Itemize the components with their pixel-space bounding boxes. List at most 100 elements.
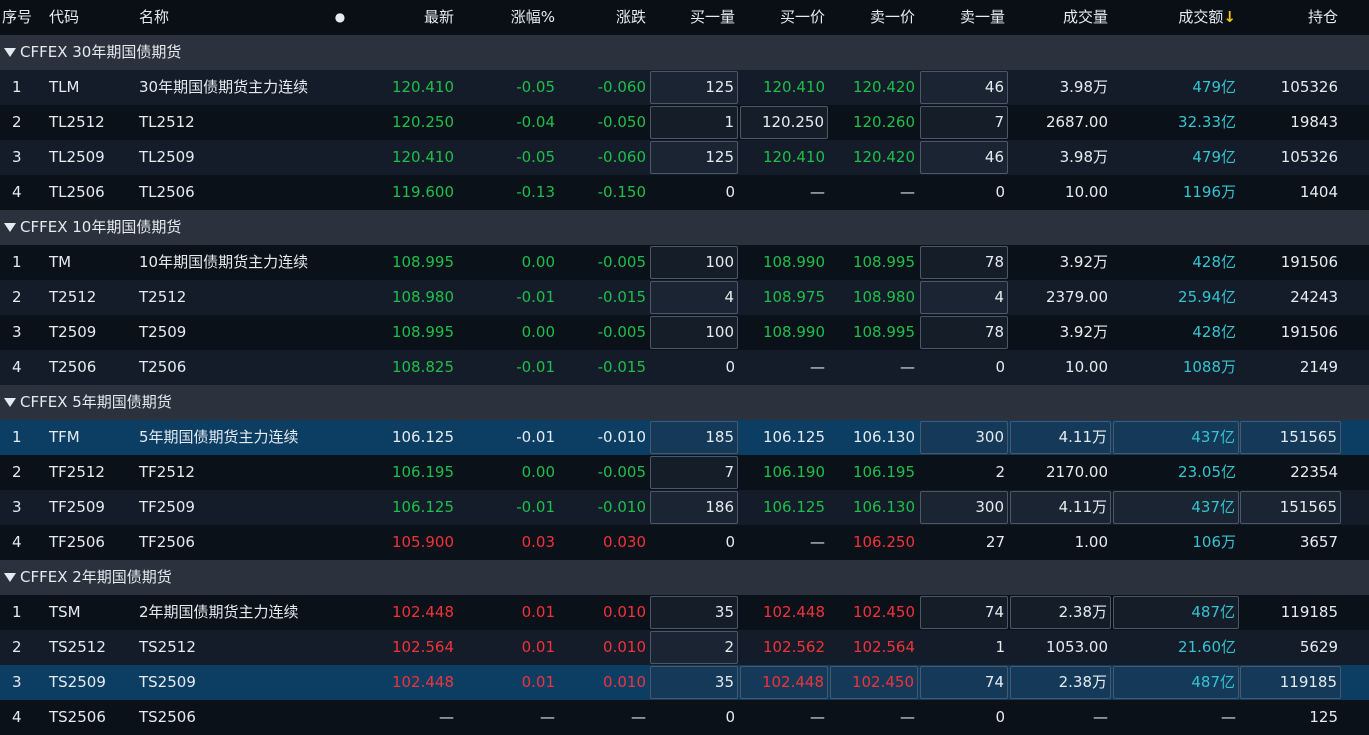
row-ask-qty: 27 [985,533,1005,551]
row-ask-price: 106.195 [852,463,915,481]
row-change-pct: -0.05 [516,78,555,96]
row-volume: 3.98万 [1059,148,1108,166]
row-last-price: — [439,708,454,726]
col-header-bid-qty[interactable]: 买一量 [650,0,738,35]
col-header-code[interactable]: 代码 [49,0,139,35]
table-row[interactable]: 3 TF2509 TF2509 106.125 -0.01 -0.010 186 106.12… [0,490,1369,525]
row-code: TS2509 [49,673,106,691]
col-header-bid-price[interactable]: 买一价 [740,0,828,35]
collapse-triangle-icon[interactable] [4,48,16,57]
table-row[interactable]: 2 TS2512 TS2512 102.564 0.01 0.010 2 102.562 102… [0,630,1369,665]
row-volume: 2379.00 [1045,288,1108,306]
row-ask-qty: 46 [920,71,1008,104]
row-volume: 10.00 [1065,183,1108,201]
table-row[interactable]: 3 TS2509 TS2509 102.448 0.01 0.010 35 102.448 10… [0,665,1369,700]
row-ask-qty: 300 [920,491,1008,524]
row-ask-price: 120.260 [852,113,915,131]
table-row[interactable]: 4 T2506 T2506 108.825 -0.01 -0.015 0 — — 0 10.00 10… [0,350,1369,385]
row-code: TL2512 [49,113,105,131]
col-header-change-pct[interactable]: 涨幅% [460,0,555,35]
row-turnover: 1088万 [1182,358,1236,376]
row-last-price: 106.125 [391,428,454,446]
row-last-price: 106.125 [391,498,454,516]
row-index: 3 [12,148,22,166]
col-header-open-interest[interactable]: 持仓 [1240,0,1341,35]
row-ask-qty: 2 [995,463,1005,481]
col-header-index[interactable]: 序号 [2,0,42,35]
row-change-pct: — [540,708,555,726]
table-row[interactable]: 4 TF2506 TF2506 105.900 0.03 0.030 0 — 106.250 27… [0,525,1369,560]
group-header[interactable]: CFFEX 5年期国债期货 [0,385,1369,420]
row-index: 4 [12,533,22,551]
row-turnover: 487亿 [1113,666,1239,699]
row-ask-price: 120.420 [852,78,915,96]
sort-desc-icon: ↓ [1223,8,1236,26]
row-ask-qty: 300 [920,421,1008,454]
row-change: -0.150 [597,183,646,201]
table-row[interactable]: 1 TFM 5年期国债期货主力连续 106.125 -0.01 -0.010 185 106.… [0,420,1369,455]
col-header-ask-qty[interactable]: 卖一量 [920,0,1008,35]
row-ask-price: — [900,183,915,201]
group-header[interactable]: CFFEX 2年期国债期货 [0,560,1369,595]
col-header-change[interactable]: 涨跌 [560,0,646,35]
row-change: -0.060 [597,78,646,96]
table-row[interactable]: 3 T2509 T2509 108.995 0.00 -0.005 100 108.990 10… [0,315,1369,350]
table-row[interactable]: 2 TL2512 TL2512 120.250 -0.04 -0.050 1 120.250 1… [0,105,1369,140]
col-header-last[interactable]: 最新 [360,0,454,35]
row-bid-price: 108.990 [762,253,825,271]
row-bid-qty: 1 [650,106,738,139]
collapse-triangle-icon[interactable] [4,398,16,407]
table-row[interactable]: 2 T2512 T2512 108.980 -0.01 -0.015 4 108.975 108… [0,280,1369,315]
row-change: 0.010 [603,673,646,691]
row-index: 3 [12,498,22,516]
row-open-interest: 125 [1309,708,1338,726]
col-header-name[interactable]: 名称 [139,0,359,35]
group-header[interactable]: CFFEX 30年期国债期货 [0,35,1369,70]
row-last-price: 120.410 [391,148,454,166]
table-row[interactable]: 2 TF2512 TF2512 106.195 0.00 -0.005 7 106.190 10… [0,455,1369,490]
row-volume: 3.98万 [1059,78,1108,96]
row-index: 2 [12,288,22,306]
row-open-interest: 119185 [1240,666,1341,699]
row-volume: 3.92万 [1059,323,1108,341]
row-bid-price: — [810,533,825,551]
col-header-volume[interactable]: 成交量 [1010,0,1111,35]
row-volume: 2.38万 [1010,666,1111,699]
row-open-interest: 105326 [1280,78,1338,96]
row-turnover: 32.33亿 [1178,113,1236,131]
row-last-price: 102.564 [391,638,454,656]
table-row[interactable]: 4 TS2506 TS2506 — — — 0 — — 0 — — 125 [0,700,1369,735]
row-turnover: 428亿 [1192,253,1236,271]
row-bid-price: 120.410 [762,78,825,96]
row-code: TF2512 [49,463,105,481]
row-change: — [631,708,646,726]
row-index: 1 [12,253,22,271]
row-name: T2509 [139,323,187,341]
row-turnover: 479亿 [1192,78,1236,96]
table-row[interactable]: 1 TM 10年期国债期货主力连续 108.995 0.00 -0.005 100 108.9… [0,245,1369,280]
table-row[interactable]: 3 TL2509 TL2509 120.410 -0.05 -0.060 125 120.41… [0,140,1369,175]
dot-icon[interactable]: ● [330,0,350,35]
row-code: TF2509 [49,498,105,516]
row-code: TS2506 [49,708,106,726]
table-row[interactable]: 4 TL2506 TL2506 119.600 -0.13 -0.150 0 — — 0 10.00… [0,175,1369,210]
row-code: T2509 [49,323,97,341]
row-bid-qty: 0 [725,708,735,726]
row-change-pct: -0.05 [516,148,555,166]
row-name: T2512 [139,288,187,306]
row-index: 3 [12,673,22,691]
row-volume: 2.38万 [1010,596,1111,629]
row-open-interest: 1404 [1299,183,1338,201]
row-name: TF2506 [139,533,195,551]
row-ask-price: — [900,358,915,376]
row-code: TLM [49,78,80,96]
group-header[interactable]: CFFEX 10年期国债期货 [0,210,1369,245]
collapse-triangle-icon[interactable] [4,223,16,232]
col-header-ask-price[interactable]: 卖一价 [830,0,918,35]
table-row[interactable]: 1 TLM 30年期国债期货主力连续 120.410 -0.05 -0.060 125 120… [0,70,1369,105]
collapse-triangle-icon[interactable] [4,573,16,582]
col-header-turnover[interactable]: 成交额↓ [1113,0,1239,35]
row-open-interest: 24243 [1290,288,1338,306]
table-row[interactable]: 1 TSM 2年期国债期货主力连续 102.448 0.01 0.010 35 102.448… [0,595,1369,630]
row-name: TS2512 [139,638,196,656]
